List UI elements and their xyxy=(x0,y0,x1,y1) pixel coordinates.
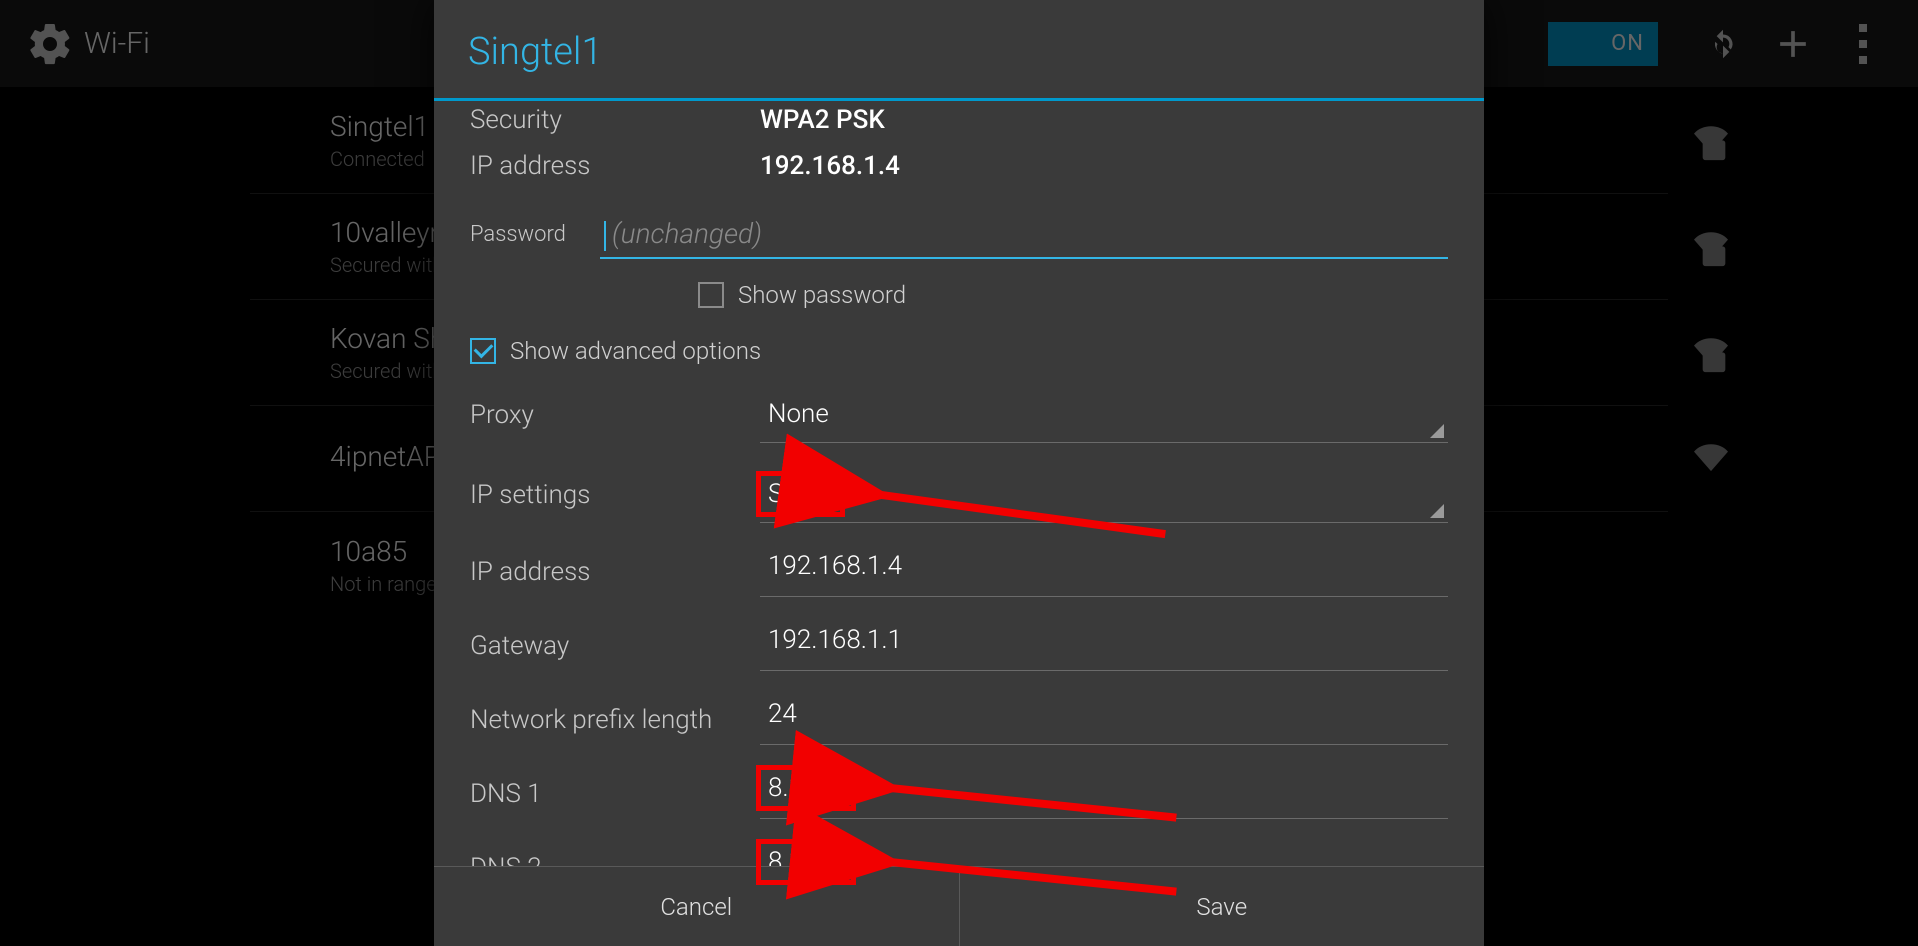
dialog-button-bar: Cancel Save xyxy=(434,866,1484,946)
password-label: Password xyxy=(470,222,600,247)
wifi-signal-icon xyxy=(1694,228,1728,266)
wifi-ssid: 10a85 xyxy=(330,535,437,568)
wifi-signal-icon xyxy=(1694,440,1728,478)
save-button[interactable]: Save xyxy=(959,867,1485,946)
dns1-value: 8.8.8.4 xyxy=(768,773,844,803)
show-password-checkbox[interactable] xyxy=(698,282,724,308)
static-ip-input[interactable]: 192.168.1.4 xyxy=(760,547,1448,597)
ip-address-value: 192.168.1.4 xyxy=(760,151,900,181)
ip-address-label: IP address xyxy=(470,151,760,181)
refresh-icon[interactable] xyxy=(1688,9,1758,79)
gateway-input[interactable]: 192.168.1.1 xyxy=(760,621,1448,671)
page-title: Wi-Fi xyxy=(84,26,150,61)
security-value: WPA2 PSK xyxy=(760,105,885,135)
proxy-label: Proxy xyxy=(470,400,760,430)
dns2-label: DNS 2 xyxy=(470,853,760,866)
gateway-label: Gateway xyxy=(470,631,760,661)
prefix-length-input[interactable]: 24 xyxy=(760,695,1448,745)
wifi-modify-dialog: Singtel1 Security WPA2 PSK IP address 19… xyxy=(434,0,1484,946)
overflow-menu-icon[interactable] xyxy=(1828,9,1898,79)
prefix-length-value: 24 xyxy=(768,699,797,729)
prefix-length-label: Network prefix length xyxy=(470,705,760,735)
show-advanced-label: Show advanced options xyxy=(510,337,761,365)
password-input[interactable]: (unchanged) xyxy=(600,211,1448,259)
add-network-icon[interactable] xyxy=(1758,9,1828,79)
password-placeholder: (unchanged) xyxy=(612,217,762,250)
proxy-value: None xyxy=(768,399,829,429)
dns1-label: DNS 1 xyxy=(470,779,760,809)
wifi-signal-icon xyxy=(1694,122,1728,160)
ip-settings-spinner[interactable]: Static xyxy=(760,467,1448,523)
show-advanced-checkbox[interactable] xyxy=(470,338,496,364)
wifi-signal-icon xyxy=(1694,334,1728,372)
wifi-toggle-label: ON xyxy=(1611,31,1644,56)
wifi-status: Connected xyxy=(330,147,429,171)
settings-gear-icon xyxy=(20,14,80,74)
static-ip-label: IP address xyxy=(470,557,760,587)
dialog-title: Singtel1 xyxy=(468,30,1450,74)
static-ip-value: 192.168.1.4 xyxy=(768,551,902,581)
wifi-status: Not in range xyxy=(330,572,437,596)
cancel-button[interactable]: Cancel xyxy=(434,867,959,946)
wifi-toggle-switch[interactable]: ON xyxy=(1548,22,1658,66)
dns2-input[interactable]: 8.8.8.8 xyxy=(760,843,1448,866)
proxy-spinner[interactable]: None xyxy=(760,387,1448,443)
ip-settings-label: IP settings xyxy=(470,480,760,510)
security-label: Security xyxy=(470,105,760,135)
dns2-value: 8.8.8.8 xyxy=(768,847,844,866)
wifi-ssid: Singtel1 xyxy=(330,110,429,143)
gateway-value: 192.168.1.1 xyxy=(768,625,902,655)
ip-settings-value: Static xyxy=(768,479,833,509)
dialog-header: Singtel1 xyxy=(434,0,1484,101)
dns1-input[interactable]: 8.8.8.4 xyxy=(760,769,1448,819)
show-password-label: Show password xyxy=(738,281,906,309)
